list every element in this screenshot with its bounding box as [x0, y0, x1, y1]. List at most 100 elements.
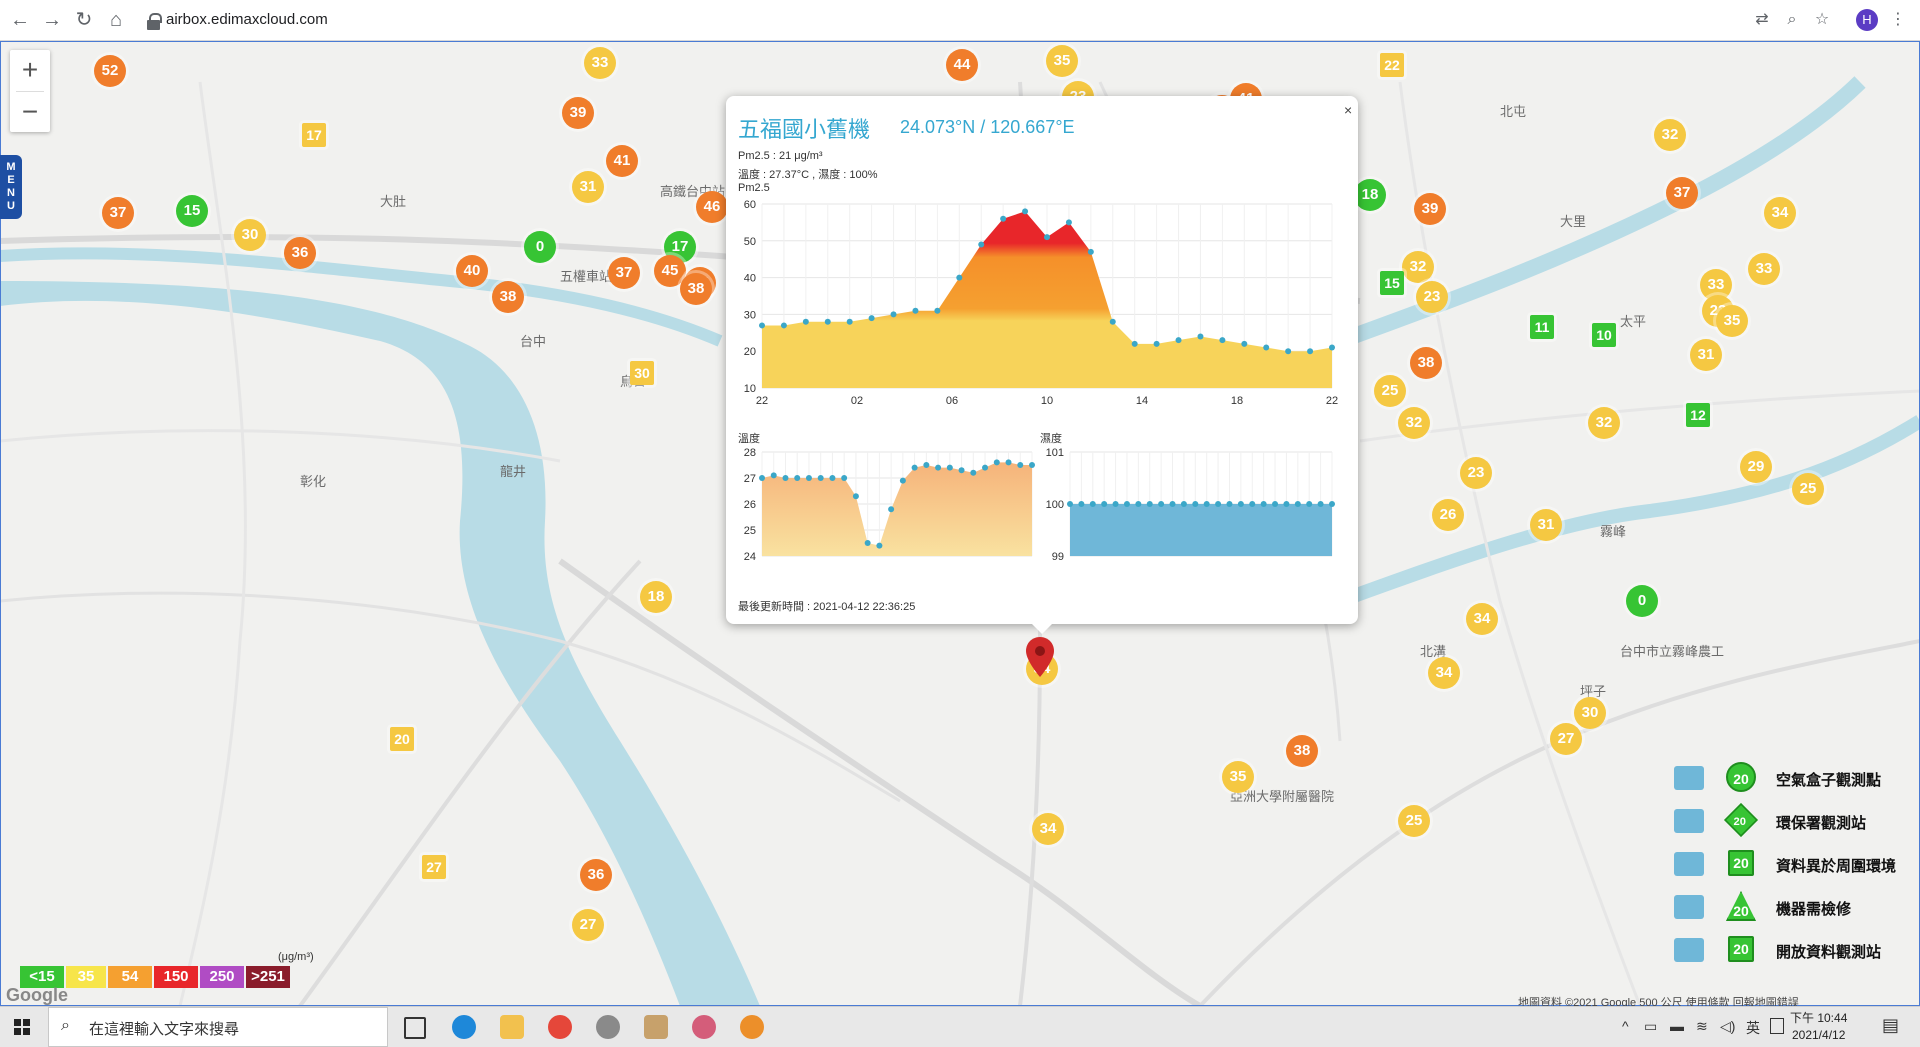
station-marker[interactable]: 10: [1592, 323, 1616, 347]
station-marker[interactable]: 52: [94, 55, 126, 87]
station-marker[interactable]: 39: [1414, 193, 1446, 225]
station-marker[interactable]: 30: [630, 361, 654, 385]
station-marker[interactable]: 41: [606, 145, 638, 177]
station-marker[interactable]: 18: [640, 581, 672, 613]
station-marker[interactable]: 18: [1354, 179, 1386, 211]
station-marker[interactable]: 11: [1530, 315, 1554, 339]
station-marker[interactable]: 12: [1686, 403, 1710, 427]
station-marker[interactable]: 37: [608, 257, 640, 289]
station-marker[interactable]: 23: [1460, 457, 1492, 489]
station-marker[interactable]: 31: [1690, 339, 1722, 371]
station-marker[interactable]: 17: [302, 123, 326, 147]
station-marker[interactable]: 20: [390, 727, 414, 751]
translate-icon[interactable]: ⇄: [1752, 10, 1772, 30]
forward-icon[interactable]: →: [40, 8, 64, 32]
blender-icon[interactable]: [740, 1015, 764, 1039]
map-place-label: 五權車站: [560, 269, 613, 284]
close-icon[interactable]: ×: [1344, 102, 1352, 118]
station-marker[interactable]: 27: [422, 855, 446, 879]
station-marker[interactable]: 0: [1626, 585, 1658, 617]
station-marker[interactable]: 35: [1716, 305, 1748, 337]
tray-battery-icon[interactable]: ▬: [1670, 1018, 1684, 1034]
chrome-icon[interactable]: [548, 1015, 572, 1039]
station-marker[interactable]: 34: [1764, 197, 1796, 229]
location-pin-icon[interactable]: [1026, 637, 1054, 677]
back-icon[interactable]: ←: [8, 8, 32, 32]
station-marker[interactable]: 33: [584, 47, 616, 79]
station-marker[interactable]: 27: [1550, 723, 1582, 755]
data-point: [1272, 501, 1279, 507]
station-marker[interactable]: 35: [1222, 761, 1254, 793]
station-marker[interactable]: 40: [456, 255, 488, 287]
reload-icon[interactable]: ↻: [72, 8, 96, 32]
station-marker[interactable]: 0: [524, 231, 556, 263]
home-icon[interactable]: ⌂: [104, 8, 128, 32]
ime-mode-icon[interactable]: [1770, 1018, 1784, 1034]
station-marker[interactable]: 36: [580, 859, 612, 891]
address-bar[interactable]: airbox.edimaxcloud.com: [166, 6, 328, 34]
station-marker[interactable]: 30: [1574, 697, 1606, 729]
pm25-reading: Pm2.5 : 21 μg/m³: [738, 150, 823, 162]
station-marker[interactable]: 46: [696, 191, 728, 223]
profile-avatar[interactable]: H: [1856, 9, 1878, 31]
station-marker[interactable]: 34: [1466, 603, 1498, 635]
x-tick-label: 14: [1136, 395, 1148, 407]
map-place-label: 太平: [1620, 314, 1647, 329]
file-explorer-icon[interactable]: [500, 1015, 524, 1039]
taskbar-search-input[interactable]: ⌕ 在這裡輸入文字來搜尋: [48, 1007, 388, 1047]
y-tick-label: 20: [744, 346, 756, 358]
station-marker[interactable]: 27: [572, 909, 604, 941]
station-marker[interactable]: 34: [1032, 813, 1064, 845]
task-view-icon[interactable]: [404, 1017, 426, 1039]
app-icon-1[interactable]: [596, 1015, 620, 1039]
zoom-in-button[interactable]: +: [10, 50, 50, 90]
station-marker[interactable]: 37: [1666, 177, 1698, 209]
station-marker[interactable]: 15: [1380, 271, 1404, 295]
legend-marker-square: 20: [1728, 850, 1754, 876]
station-marker[interactable]: 31: [1530, 509, 1562, 541]
station-marker[interactable]: 39: [562, 97, 594, 129]
station-marker[interactable]: 32: [1588, 407, 1620, 439]
station-marker[interactable]: 25: [1374, 375, 1406, 407]
station-marker[interactable]: 38: [1286, 735, 1318, 767]
taskbar-clock[interactable]: 下午 10:44 2021/4/12: [1790, 1010, 1847, 1044]
series-area: [762, 462, 1032, 556]
tray-network-icon[interactable]: ▭: [1644, 1018, 1657, 1035]
station-marker[interactable]: 26: [1432, 499, 1464, 531]
tray-volume-icon[interactable]: ◁): [1720, 1018, 1735, 1035]
bookmark-star-icon[interactable]: ☆: [1812, 10, 1832, 30]
station-marker[interactable]: 32: [1654, 119, 1686, 151]
station-marker[interactable]: 29: [1740, 451, 1772, 483]
tray-chevron-icon[interactable]: ^: [1622, 1018, 1629, 1034]
station-marker[interactable]: 35: [1046, 45, 1078, 77]
app-icon-2[interactable]: [644, 1015, 668, 1039]
station-marker[interactable]: 38: [1410, 347, 1442, 379]
menu-dots-icon[interactable]: ⋮: [1888, 10, 1908, 30]
station-marker[interactable]: 44: [946, 49, 978, 81]
station-marker[interactable]: 31: [572, 171, 604, 203]
zoom-out-button[interactable]: −: [10, 92, 50, 132]
station-marker[interactable]: 23: [1416, 281, 1448, 313]
station-marker[interactable]: 36: [284, 237, 316, 269]
station-marker[interactable]: 22: [1380, 53, 1404, 77]
ime-indicator[interactable]: 英: [1746, 1018, 1760, 1038]
data-point: [759, 475, 765, 481]
station-marker[interactable]: 15: [176, 195, 208, 227]
station-marker[interactable]: 38: [492, 281, 524, 313]
zoom-icon[interactable]: ⌕: [1782, 10, 1802, 30]
station-marker[interactable]: 30: [234, 219, 266, 251]
edge-icon[interactable]: [452, 1015, 476, 1039]
station-marker[interactable]: 37: [102, 197, 134, 229]
station-marker[interactable]: 38: [680, 273, 712, 305]
tray-wifi-icon[interactable]: ≋: [1696, 1018, 1708, 1035]
windows-start-icon[interactable]: [14, 1019, 30, 1035]
station-marker[interactable]: 33: [1748, 253, 1780, 285]
station-marker[interactable]: 34: [1428, 657, 1460, 689]
app-icon-3[interactable]: [692, 1015, 716, 1039]
station-marker[interactable]: 32: [1398, 407, 1430, 439]
station-marker[interactable]: 25: [1792, 473, 1824, 505]
notification-icon[interactable]: ▤: [1882, 1015, 1899, 1036]
menu-tab[interactable]: MENU: [0, 155, 22, 219]
station-marker[interactable]: 25: [1398, 805, 1430, 837]
station-marker[interactable]: 32: [1402, 251, 1434, 283]
